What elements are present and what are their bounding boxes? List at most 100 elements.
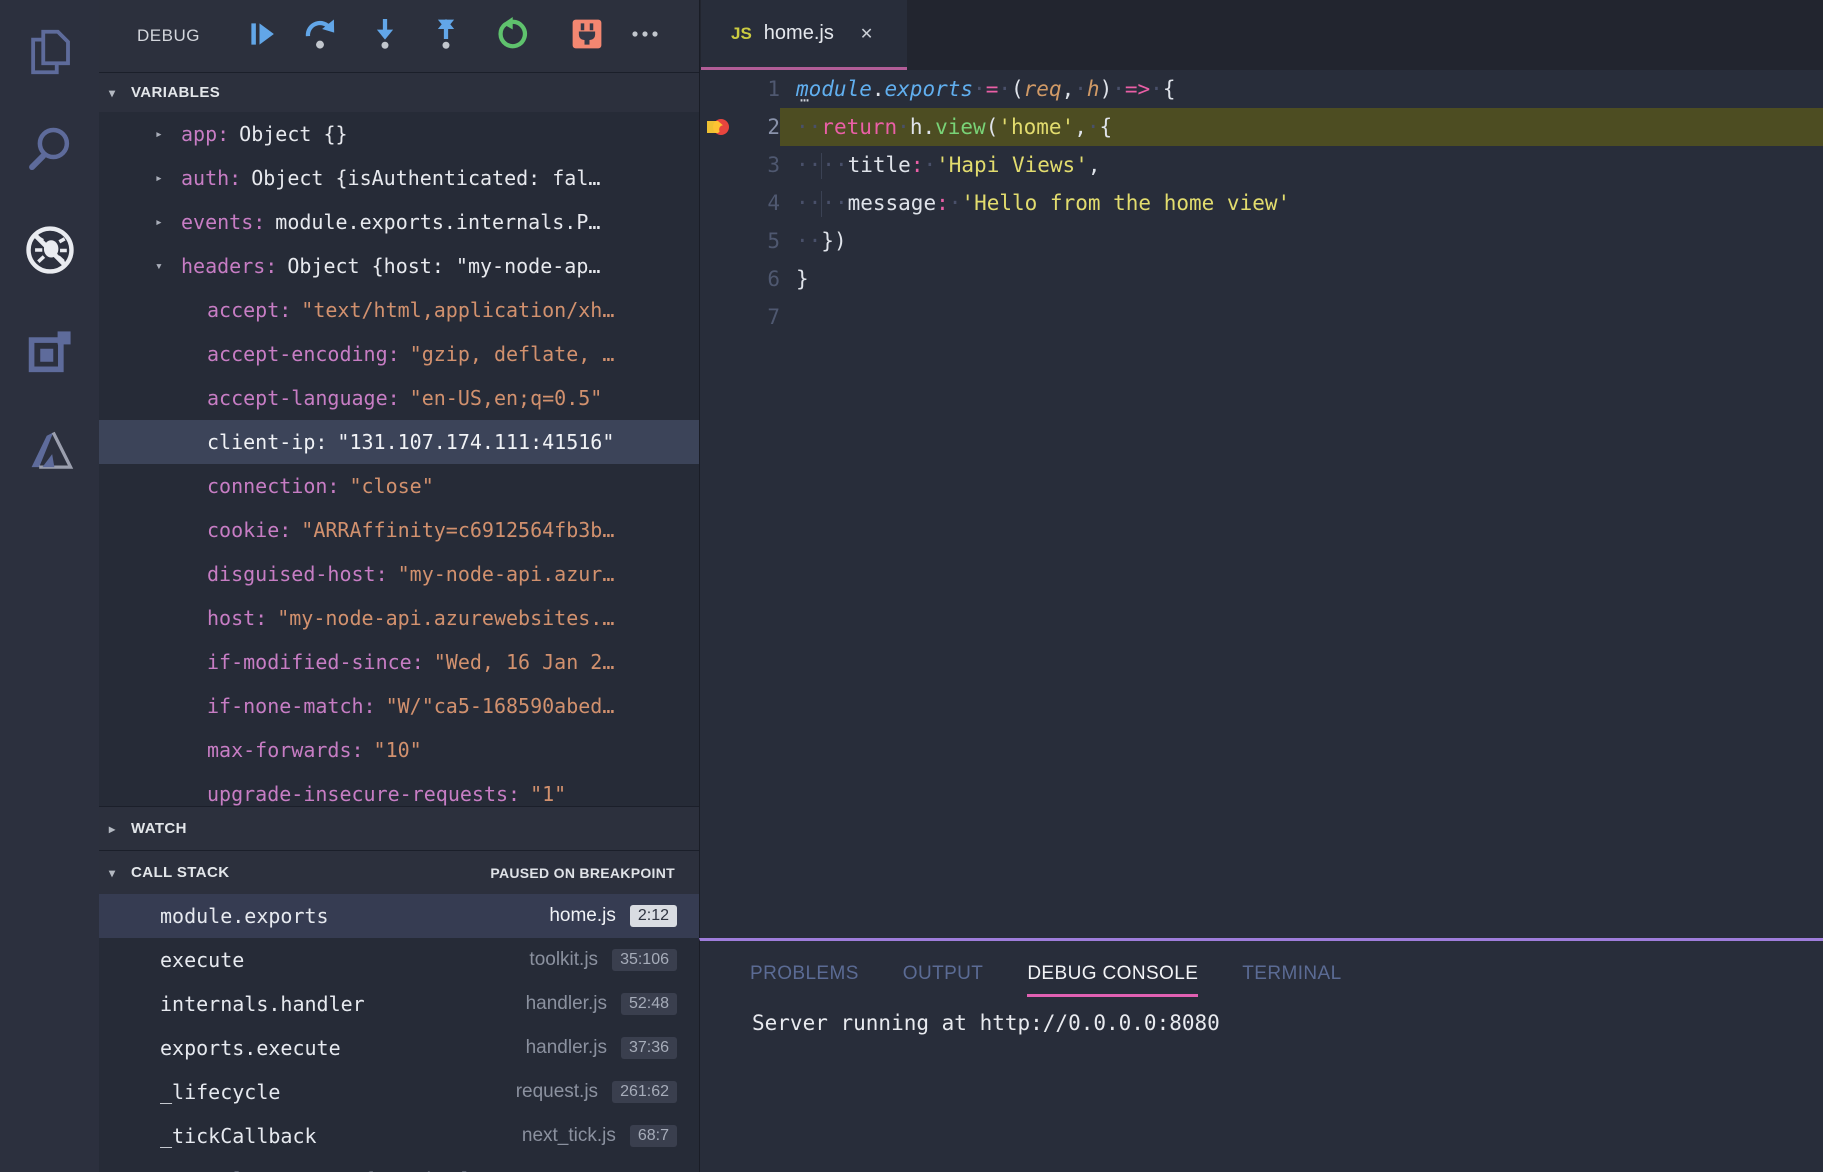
code-text[interactable]: ··})	[780, 222, 1823, 260]
call-stack-frame-_tickCallback[interactable]: _tickCallbacknext_tick.js68:7	[99, 1114, 699, 1158]
code-line-2[interactable]: 2··return·h.view('home',·{	[700, 108, 1823, 146]
line-number: 5	[736, 222, 780, 260]
code-editor: 1module.exports·=·(req,·h)·=>·{⋯2··retur…	[700, 70, 1823, 938]
variable-name: if-none-match:	[207, 694, 376, 718]
debug-sidebar-title: DEBUG	[137, 0, 200, 72]
watch-section-header[interactable]: ▸ WATCH	[99, 806, 699, 850]
search-icon	[23, 121, 77, 175]
extensions-icon	[24, 326, 76, 378]
call-stack-frame-_lifecycle[interactable]: _lifecyclerequest.js261:62	[99, 1070, 699, 1114]
gutter-breakpoint-area[interactable]	[700, 146, 736, 184]
call-stack-section-header[interactable]: ▾ CALL STACK PAUSED ON BREAKPOINT	[99, 850, 699, 894]
variable-name: host:	[207, 606, 267, 630]
variable-value: "Wed, 16 Jan 2…	[434, 650, 615, 674]
breakpoint-paused-icon[interactable]	[700, 108, 736, 146]
frame-function: _lifecycle	[160, 1080, 516, 1104]
panel-tab-terminal[interactable]: TERMINAL	[1242, 963, 1341, 997]
variable-row-accept[interactable]: accept:"text/html,application/xh…	[99, 288, 699, 332]
call-stack-frame-execute[interactable]: executetoolkit.js35:106	[99, 938, 699, 982]
variable-row-events[interactable]: ▸events:module.exports.internals.P…	[99, 200, 699, 244]
code-line-3[interactable]: 3····title:·'Hapi Views',	[700, 146, 1823, 184]
step-into-button[interactable]	[368, 19, 402, 53]
activity-bar-item-debug[interactable]	[0, 202, 99, 298]
frame-file: toolkit.js	[529, 949, 598, 971]
step-over-icon	[303, 17, 337, 56]
tab-home-js[interactable]: JS home.js ✕	[701, 0, 907, 70]
variable-row-host[interactable]: host: "my-node-api.azurewebsites.…	[99, 596, 699, 640]
code-text[interactable]: module.exports·=·(req,·h)·=>·{	[780, 70, 1823, 108]
variable-row-headers[interactable]: ▾headers:Object {host: "my-node-ap…	[99, 244, 699, 288]
call-stack-frame-module.exports[interactable]: module.exportshome.js2:12	[99, 894, 699, 938]
gutter-breakpoint-area[interactable]	[700, 298, 736, 336]
code-line-7[interactable]: 7	[700, 298, 1823, 336]
variable-value: "close"	[349, 474, 433, 498]
gutter-breakpoint-area[interactable]	[700, 222, 736, 260]
step-out-button[interactable]	[429, 19, 463, 53]
code-line-1[interactable]: 1module.exports·=·(req,·h)·=>·{⋯	[700, 70, 1823, 108]
variable-name: max-forwards:	[207, 738, 364, 762]
disconnect-icon	[572, 19, 602, 54]
frame-function: exports.execute	[160, 1036, 526, 1060]
variable-value: Object {host: "my-node-ap…	[287, 254, 600, 278]
frame-function: [anonymous function]	[160, 1168, 677, 1172]
continue-button[interactable]	[245, 19, 279, 53]
call-stack-list: module.exportshome.js2:12executetoolkit.…	[99, 894, 699, 1172]
gutter-breakpoint-area[interactable]	[700, 70, 736, 108]
code-line-6[interactable]: 6}	[700, 260, 1823, 298]
disconnect-button[interactable]	[570, 19, 604, 53]
close-tab-icon[interactable]: ✕	[860, 24, 873, 44]
variable-row-accept-language[interactable]: accept-language:"en-US,en;q=0.5"	[99, 376, 699, 420]
code-text[interactable]: ··return·h.view('home',·{	[780, 108, 1823, 146]
code-text[interactable]	[780, 298, 1823, 336]
variables-section-header[interactable]: ▾ VARIABLES	[99, 72, 699, 112]
variables-list: ▸app:Object {}▸auth:Object {isAuthentica…	[99, 112, 699, 806]
bottom-panel: PROBLEMSOUTPUTDEBUG CONSOLETERMINAL Serv…	[699, 938, 1823, 1172]
gutter-breakpoint-area[interactable]	[700, 260, 736, 298]
restart-button[interactable]	[495, 19, 529, 53]
panel-tab-output[interactable]: OUTPUT	[903, 963, 984, 997]
more-actions-button[interactable]	[628, 19, 662, 53]
activity-bar	[0, 0, 99, 1172]
call-stack-frame-partial[interactable]: [anonymous function]	[99, 1158, 699, 1172]
variable-name: headers:	[181, 254, 277, 278]
files-icon	[23, 25, 77, 79]
step-over-button[interactable]	[303, 19, 337, 53]
activity-bar-item-search[interactable]	[0, 100, 99, 196]
variable-value: "my-node-api.azurewebsites.…	[277, 606, 614, 630]
activity-bar-item-azure[interactable]	[0, 404, 99, 500]
variable-row-auth[interactable]: ▸auth:Object {isAuthenticated: fal…	[99, 156, 699, 200]
activity-bar-item-explorer[interactable]	[0, 4, 99, 100]
panel-tab-problems[interactable]: PROBLEMS	[750, 963, 859, 997]
gutter-breakpoint-area[interactable]	[700, 184, 736, 222]
code-text[interactable]: ····message:·'Hello from the home view'	[780, 184, 1823, 222]
line-number: 1	[736, 70, 780, 108]
call-stack-frame-internals.handler[interactable]: internals.handlerhandler.js52:48	[99, 982, 699, 1026]
variable-row-max-forwards[interactable]: max-forwards:"10"	[99, 728, 699, 772]
variable-row-cookie[interactable]: cookie:"ARRAffinity=c6912564fb3b…	[99, 508, 699, 552]
panel-tab-debug-console[interactable]: DEBUG CONSOLE	[1027, 963, 1198, 997]
panel-tab-bar: PROBLEMS OUTPUT DEBUG CONSOLE TERMINAL	[700, 941, 1823, 997]
frame-line-badge: 2:12	[630, 905, 677, 927]
call-stack-frame-exports.execute[interactable]: exports.executehandler.js37:36	[99, 1026, 699, 1070]
variable-row-disguised-host[interactable]: disguised-host:"my-node-api.azur…	[99, 552, 699, 596]
code-line-5[interactable]: 5··})	[700, 222, 1823, 260]
code-text[interactable]: ····title:·'Hapi Views',	[780, 146, 1823, 184]
variable-row-if-modified-since[interactable]: if-modified-since:"Wed, 16 Jan 2…	[99, 640, 699, 684]
code-text[interactable]: }	[780, 260, 1823, 298]
activity-bar-item-extensions[interactable]	[0, 304, 99, 400]
variable-value: module.exports.internals.P…	[275, 210, 600, 234]
variable-row-connection[interactable]: connection:"close"	[99, 464, 699, 508]
variable-value: "131.107.174.111:41516"	[337, 430, 614, 454]
variable-row-client-ip[interactable]: client-ip: "131.107.174.111:41516"	[99, 420, 699, 464]
frame-function: module.exports	[160, 904, 549, 928]
variable-row-if-none-match[interactable]: if-none-match:"W/"ca5-168590abed…	[99, 684, 699, 728]
code-line-4[interactable]: 4····message:·'Hello from the home view'	[700, 184, 1823, 222]
chevron-right-icon: ▸	[155, 171, 181, 186]
frame-line-badge: 35:106	[612, 949, 677, 971]
variable-name: client-ip:	[207, 430, 327, 454]
line-number: 4	[736, 184, 780, 222]
variable-row-app[interactable]: ▸app:Object {}	[99, 112, 699, 156]
variable-row-upgrade-insecure-requests[interactable]: upgrade-insecure-requests:"1"	[99, 772, 699, 806]
frame-file: request.js	[516, 1081, 598, 1103]
variable-row-accept-encoding[interactable]: accept-encoding:"gzip, deflate, …	[99, 332, 699, 376]
